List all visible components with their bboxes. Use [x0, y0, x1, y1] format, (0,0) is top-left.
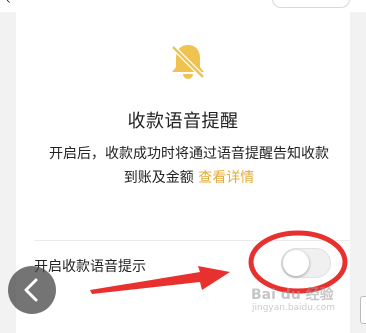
annotation-arrow — [90, 266, 230, 294]
annotation-circle — [248, 230, 348, 294]
chevron-left-icon — [24, 278, 38, 302]
edge-handle — [360, 296, 366, 324]
watermark-url: jingyan.baidu.com — [252, 303, 336, 313]
watermark-brand: Bai du 经验 — [251, 287, 334, 303]
back-button[interactable] — [8, 266, 56, 314]
